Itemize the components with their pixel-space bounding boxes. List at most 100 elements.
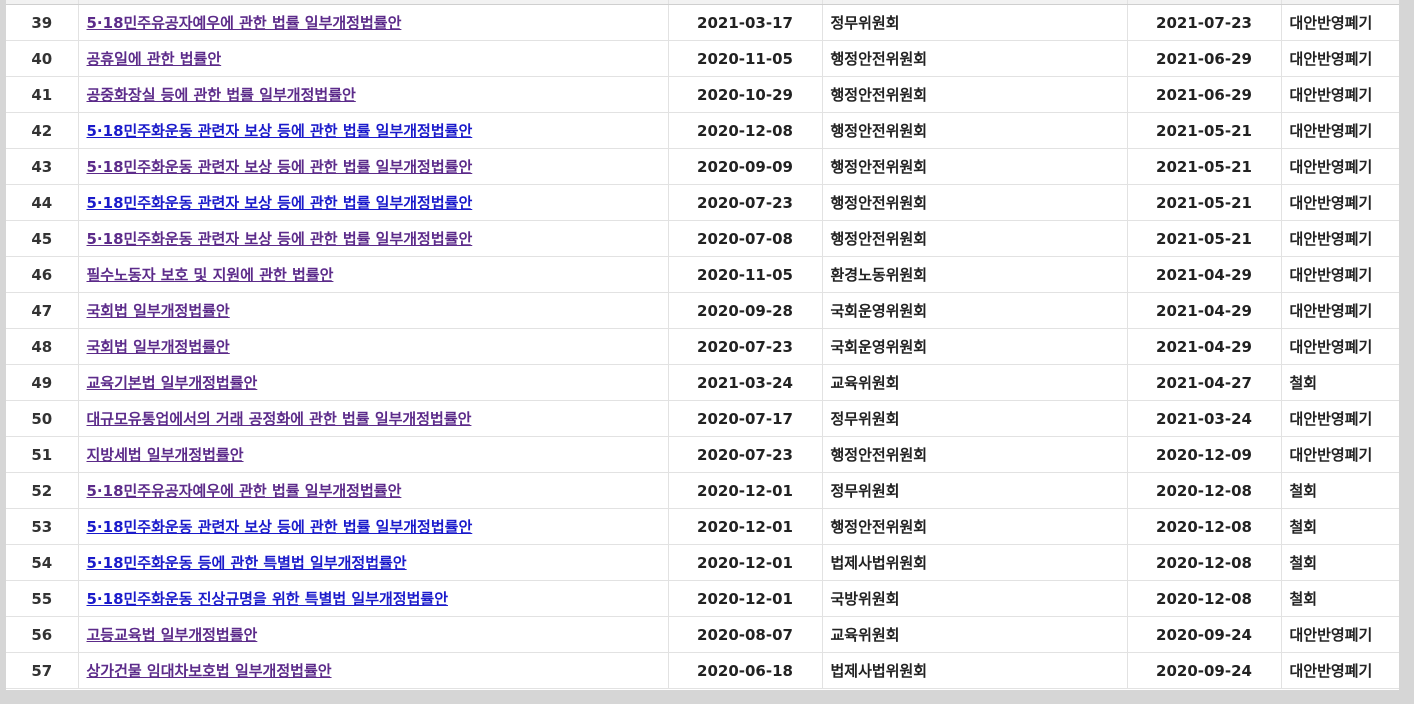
proposed-date: 2020-10-29 [668, 76, 823, 113]
table-row: 57 상가건물 임대차보호법 일부개정법률안 2020-06-18 법제사법위원회 20… [6, 652, 1399, 689]
bill-title-cell: 국회법 일부개정법률안 [78, 292, 669, 329]
processed-date: 2021-04-29 [1127, 292, 1282, 329]
bill-title-link[interactable]: 고등교육법 일부개정법률안 [87, 626, 258, 644]
table-row: 56 고등교육법 일부개정법률안 2020-08-07 교육위원회 2020-09-24… [6, 616, 1399, 653]
bill-title-cell: 5·18민주화운동 관련자 보상 등에 관한 법률 일부개정법률안 [78, 184, 669, 221]
bill-title-cell: 고등교육법 일부개정법률안 [78, 616, 669, 653]
committee-name: 환경노동위원회 [822, 256, 1128, 293]
processed-date: 2021-05-21 [1127, 112, 1282, 149]
row-number: 45 [6, 220, 79, 257]
process-result: 대안반영폐기 [1281, 400, 1399, 437]
committee-name: 국회운영위원회 [822, 292, 1128, 329]
bill-title-link[interactable]: 국회법 일부개정법률안 [87, 338, 230, 356]
bill-title-cell: 대규모유통업에서의 거래 공정화에 관한 법률 일부개정법률안 [78, 400, 669, 437]
bill-title-link[interactable]: 5·18민주화운동 관련자 보상 등에 관한 법률 일부개정법률안 [87, 518, 473, 536]
bill-title-cell: 지방세법 일부개정법률안 [78, 436, 669, 473]
processed-date: 2020-09-24 [1127, 652, 1282, 689]
proposed-date: 2020-12-01 [668, 472, 823, 509]
row-number: 46 [6, 256, 79, 293]
process-result: 대안반영폐기 [1281, 436, 1399, 473]
process-result: 대안반영폐기 [1281, 328, 1399, 365]
row-number: 51 [6, 436, 79, 473]
bill-title-link[interactable]: 5·18민주화운동 관련자 보상 등에 관한 법률 일부개정법률안 [87, 122, 473, 140]
process-result: 철회 [1281, 364, 1399, 401]
process-result: 대안반영폐기 [1281, 4, 1399, 41]
process-result: 대안반영폐기 [1281, 40, 1399, 77]
table-row: 43 5·18민주화운동 관련자 보상 등에 관한 법률 일부개정법률안 2020-… [6, 148, 1399, 185]
bill-title-link[interactable]: 5·18민주화운동 등에 관한 특별법 일부개정법률안 [87, 554, 407, 572]
processed-date: 2021-04-29 [1127, 256, 1282, 293]
row-number: 52 [6, 472, 79, 509]
bill-title-cell: 5·18민주화운동 관련자 보상 등에 관한 법률 일부개정법률안 [78, 220, 669, 257]
bill-list-table-container: 39 5·18민주유공자예우에 관한 법률 일부개정법률안 2021-03-17 정무… [6, 0, 1400, 690]
processed-date: 2021-06-29 [1127, 76, 1282, 113]
bill-title-link[interactable]: 국회법 일부개정법률안 [87, 302, 230, 320]
table-row: 45 5·18민주화운동 관련자 보상 등에 관한 법률 일부개정법률안 2020-… [6, 220, 1399, 257]
bill-title-cell: 5·18민주유공자예우에 관한 법률 일부개정법률안 [78, 4, 669, 41]
proposed-date: 2021-03-17 [668, 4, 823, 41]
row-number: 54 [6, 544, 79, 581]
table-row: 52 5·18민주유공자예우에 관한 법률 일부개정법률안 2020-12-01 정무… [6, 472, 1399, 509]
proposed-date: 2020-07-17 [668, 400, 823, 437]
bill-title-link[interactable]: 대규모유통업에서의 거래 공정화에 관한 법률 일부개정법률안 [87, 410, 472, 428]
row-number: 41 [6, 76, 79, 113]
process-result: 철회 [1281, 472, 1399, 509]
table-row: 50 대규모유통업에서의 거래 공정화에 관한 법률 일부개정법률안 2020-07… [6, 400, 1399, 437]
processed-date: 2021-06-29 [1127, 40, 1282, 77]
processed-date: 2020-09-24 [1127, 616, 1282, 653]
bill-list-table: 39 5·18민주유공자예우에 관한 법률 일부개정법률안 2021-03-17 정무… [6, 0, 1399, 689]
bill-title-link[interactable]: 공휴일에 관한 법률안 [87, 50, 222, 68]
bill-title-link[interactable]: 5·18민주화운동 관련자 보상 등에 관한 법률 일부개정법률안 [87, 158, 473, 176]
proposed-date: 2020-07-23 [668, 328, 823, 365]
row-number: 50 [6, 400, 79, 437]
bill-title-cell: 공휴일에 관한 법률안 [78, 40, 669, 77]
proposed-date: 2020-12-08 [668, 112, 823, 149]
bill-title-link[interactable]: 교육기본법 일부개정법률안 [87, 374, 258, 392]
bill-title-link[interactable]: 5·18민주유공자예우에 관한 법률 일부개정법률안 [87, 482, 402, 500]
bill-title-link[interactable]: 공중화장실 등에 관한 법률 일부개정법률안 [87, 86, 356, 104]
row-number: 40 [6, 40, 79, 77]
bill-title-link[interactable]: 상가건물 임대차보호법 일부개정법률안 [87, 662, 332, 680]
table-row: 48 국회법 일부개정법률안 2020-07-23 국회운영위원회 2021-04-29… [6, 328, 1399, 365]
bill-title-cell: 국회법 일부개정법률안 [78, 328, 669, 365]
row-number: 39 [6, 4, 79, 41]
bill-title-link[interactable]: 필수노동자 보호 및 지원에 관한 법률안 [87, 266, 334, 284]
proposed-date: 2020-07-08 [668, 220, 823, 257]
committee-name: 행정안전위원회 [822, 112, 1128, 149]
table-row: 46 필수노동자 보호 및 지원에 관한 법률안 2020-11-05 환경노동위원회… [6, 256, 1399, 293]
process-result: 대안반영폐기 [1281, 76, 1399, 113]
bill-title-cell: 5·18민주화운동 관련자 보상 등에 관한 법률 일부개정법률안 [78, 508, 669, 545]
row-number: 56 [6, 616, 79, 653]
process-result: 대안반영폐기 [1281, 112, 1399, 149]
committee-name: 교육위원회 [822, 364, 1128, 401]
process-result: 대안반영폐기 [1281, 148, 1399, 185]
committee-name: 정무위원회 [822, 400, 1128, 437]
table-row: 40 공휴일에 관한 법률안 2020-11-05 행정안전위원회 2021-06-29… [6, 40, 1399, 77]
committee-name: 정무위원회 [822, 472, 1128, 509]
bill-title-cell: 공중화장실 등에 관한 법률 일부개정법률안 [78, 76, 669, 113]
bill-title-link[interactable]: 지방세법 일부개정법률안 [87, 446, 244, 464]
bill-title-link[interactable]: 5·18민주유공자예우에 관한 법률 일부개정법률안 [87, 14, 402, 32]
processed-date: 2021-05-21 [1127, 148, 1282, 185]
processed-date: 2021-04-27 [1127, 364, 1282, 401]
processed-date: 2020-12-08 [1127, 472, 1282, 509]
proposed-date: 2020-07-23 [668, 184, 823, 221]
bill-title-link[interactable]: 5·18민주화운동 관련자 보상 등에 관한 법률 일부개정법률안 [87, 194, 473, 212]
row-number: 47 [6, 292, 79, 329]
bill-title-link[interactable]: 5·18민주화운동 관련자 보상 등에 관한 법률 일부개정법률안 [87, 230, 473, 248]
row-number: 53 [6, 508, 79, 545]
process-result: 대안반영폐기 [1281, 256, 1399, 293]
proposed-date: 2020-07-23 [668, 436, 823, 473]
proposed-date: 2020-12-01 [668, 544, 823, 581]
processed-date: 2020-12-08 [1127, 544, 1282, 581]
process-result: 대안반영폐기 [1281, 616, 1399, 653]
committee-name: 행정안전위원회 [822, 148, 1128, 185]
bottom-gutter [0, 690, 1414, 704]
processed-date: 2020-12-09 [1127, 436, 1282, 473]
process-result: 대안반영폐기 [1281, 652, 1399, 689]
proposed-date: 2020-11-05 [668, 40, 823, 77]
table-row: 42 5·18민주화운동 관련자 보상 등에 관한 법률 일부개정법률안 2020-… [6, 112, 1399, 149]
processed-date: 2020-12-08 [1127, 508, 1282, 545]
bill-title-link[interactable]: 5·18민주화운동 진상규명을 위한 특별법 일부개정법률안 [87, 590, 449, 608]
processed-date: 2021-05-21 [1127, 184, 1282, 221]
